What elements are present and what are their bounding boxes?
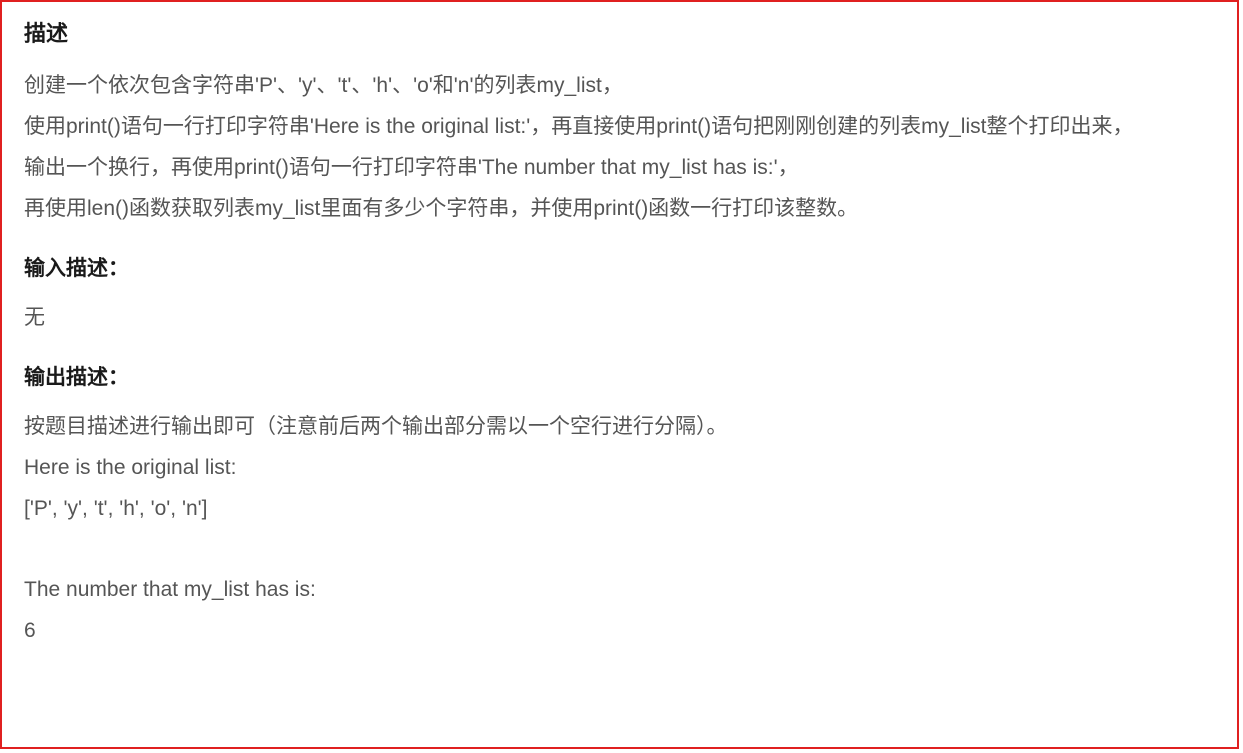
description-body: 创建一个依次包含字符串'P'、'y'、't'、'h'、'o'和'n'的列表my_…: [24, 66, 1215, 230]
output-heading: 输出描述：: [24, 361, 1215, 391]
output-block: 按题目描述进行输出即可（注意前后两个输出部分需以一个空行进行分隔）。 Here …: [24, 407, 1215, 653]
output-line: ['P', 'y', 't', 'h', 'o', 'n']: [24, 489, 1215, 530]
input-body: 无: [24, 298, 1215, 339]
output-line: Here is the original list:: [24, 448, 1215, 489]
problem-container: 描述 创建一个依次包含字符串'P'、'y'、't'、'h'、'o'和'n'的列表…: [0, 0, 1239, 749]
output-intro: 按题目描述进行输出即可（注意前后两个输出部分需以一个空行进行分隔）。: [24, 407, 1215, 448]
output-blank-line: [24, 530, 1215, 571]
description-heading: 描述: [24, 16, 1215, 48]
output-line: 6: [24, 611, 1215, 652]
output-line: The number that my_list has is:: [24, 570, 1215, 611]
input-heading: 输入描述：: [24, 252, 1215, 282]
